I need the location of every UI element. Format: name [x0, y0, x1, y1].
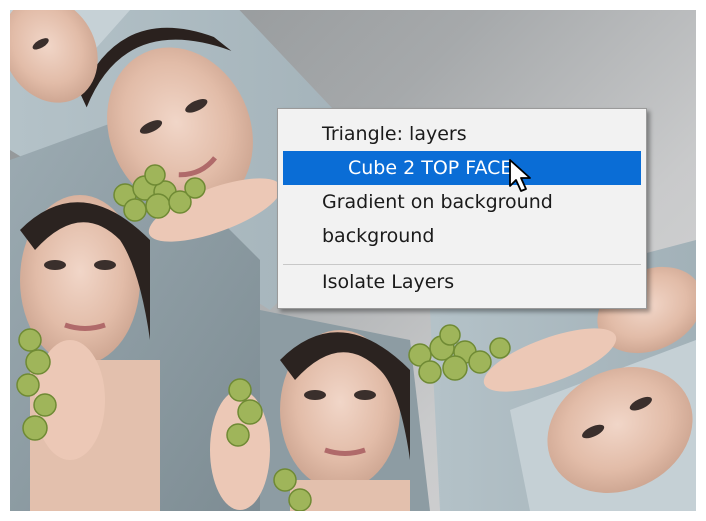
menu-item-background[interactable]: background: [278, 219, 646, 253]
portrait-middle: [280, 330, 410, 511]
layer-context-menu: Triangle: layers Cube 2 TOP FACE Gradien…: [277, 108, 647, 309]
menu-item-triangle-layers[interactable]: Triangle: layers: [278, 117, 646, 151]
arrow-pointer-icon: [509, 159, 531, 192]
menu-item-gradient-on-background[interactable]: Gradient on background: [278, 185, 646, 219]
document-canvas[interactable]: Triangle: layers Cube 2 TOP FACE Gradien…: [10, 10, 696, 511]
menu-item-cube-2-top-face[interactable]: Cube 2 TOP FACE: [283, 151, 641, 185]
menu-item-isolate-layers[interactable]: Isolate Layers: [278, 265, 646, 299]
